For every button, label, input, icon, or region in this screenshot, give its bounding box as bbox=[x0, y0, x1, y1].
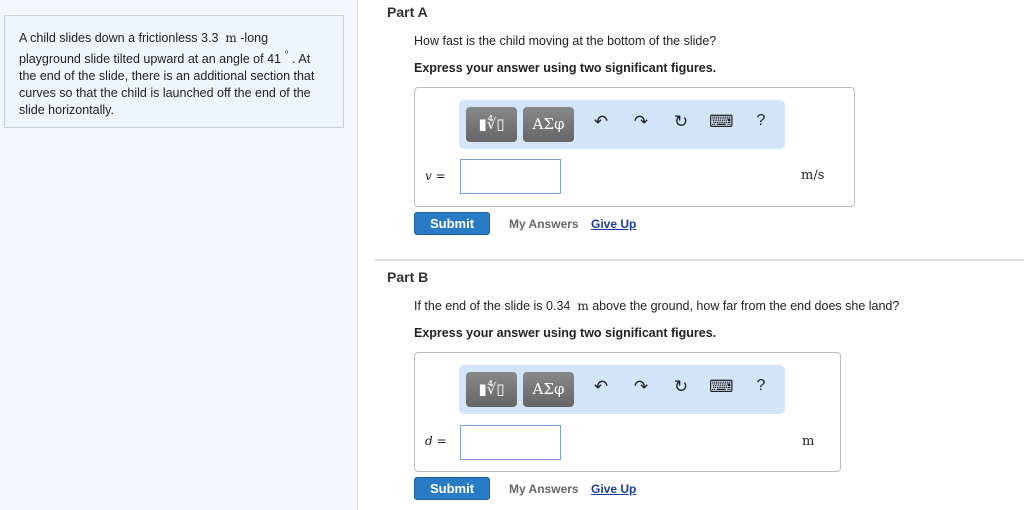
question-text: If the end of the slide is 0.34 bbox=[414, 299, 571, 313]
variable-label: d = bbox=[425, 434, 447, 448]
part-b-answer-box: ▮∜▯ ΑΣφ ↶ ↷ ↻ ⌨ ? d = m bbox=[414, 352, 841, 472]
part-a-instruction: Express your answer using two significan… bbox=[414, 61, 717, 75]
symbols-button[interactable]: ΑΣφ bbox=[523, 107, 574, 142]
part-a-title: Part A bbox=[387, 4, 428, 20]
reset-icon[interactable]: ↻ bbox=[669, 377, 693, 397]
unit-label: m/s bbox=[801, 168, 825, 183]
degree-unit: ° bbox=[284, 50, 289, 61]
problem-statement: A child slides down a frictionless 3.3 m… bbox=[4, 15, 344, 128]
unit: m bbox=[577, 299, 589, 313]
templates-button[interactable]: ▮∜▯ bbox=[466, 372, 517, 407]
give-up-link[interactable]: Give Up bbox=[591, 217, 636, 231]
part-b-question: If the end of the slide is 0.34 m above … bbox=[414, 299, 899, 313]
question-text: above the ground, how far from the end d… bbox=[592, 299, 900, 313]
keyboard-icon[interactable]: ⌨ bbox=[709, 112, 734, 132]
submit-button[interactable]: Submit bbox=[414, 212, 490, 235]
redo-icon[interactable]: ↷ bbox=[629, 377, 653, 397]
undo-icon[interactable]: ↶ bbox=[589, 112, 613, 132]
divider bbox=[375, 259, 1024, 261]
give-up-link[interactable]: Give Up bbox=[591, 482, 636, 496]
my-answers-link[interactable]: My Answers bbox=[509, 217, 579, 231]
reset-icon[interactable]: ↻ bbox=[669, 112, 693, 132]
redo-icon[interactable]: ↷ bbox=[629, 112, 653, 132]
problem-text: A child slides down a frictionless 3.3 bbox=[19, 31, 219, 45]
submit-button[interactable]: Submit bbox=[414, 477, 490, 500]
help-icon[interactable]: ? bbox=[749, 377, 773, 395]
answer-input[interactable] bbox=[460, 425, 561, 460]
math-toolbar: ▮∜▯ ΑΣφ ↶ ↷ ↻ ⌨ ? bbox=[459, 100, 785, 149]
unit-label: m bbox=[802, 434, 815, 449]
part-a-question: How fast is the child moving at the bott… bbox=[414, 34, 717, 48]
keyboard-icon[interactable]: ⌨ bbox=[709, 377, 734, 397]
answer-input[interactable] bbox=[460, 159, 561, 194]
part-b-instruction: Express your answer using two significan… bbox=[414, 326, 717, 340]
templates-button[interactable]: ▮∜▯ bbox=[466, 107, 517, 142]
part-a-answer-box: ▮∜▯ ΑΣφ ↶ ↷ ↻ ⌨ ? v = m/s bbox=[414, 87, 855, 207]
math-toolbar: ▮∜▯ ΑΣφ ↶ ↷ ↻ ⌨ ? bbox=[459, 365, 785, 414]
unit: m bbox=[225, 31, 237, 45]
my-answers-link[interactable]: My Answers bbox=[509, 482, 579, 496]
part-b-title: Part B bbox=[387, 269, 429, 285]
help-icon[interactable]: ? bbox=[749, 112, 773, 130]
undo-icon[interactable]: ↶ bbox=[589, 377, 613, 397]
problem-panel: A child slides down a frictionless 3.3 m… bbox=[0, 0, 358, 510]
symbols-button[interactable]: ΑΣφ bbox=[523, 372, 574, 407]
variable-label: v = bbox=[425, 169, 446, 183]
